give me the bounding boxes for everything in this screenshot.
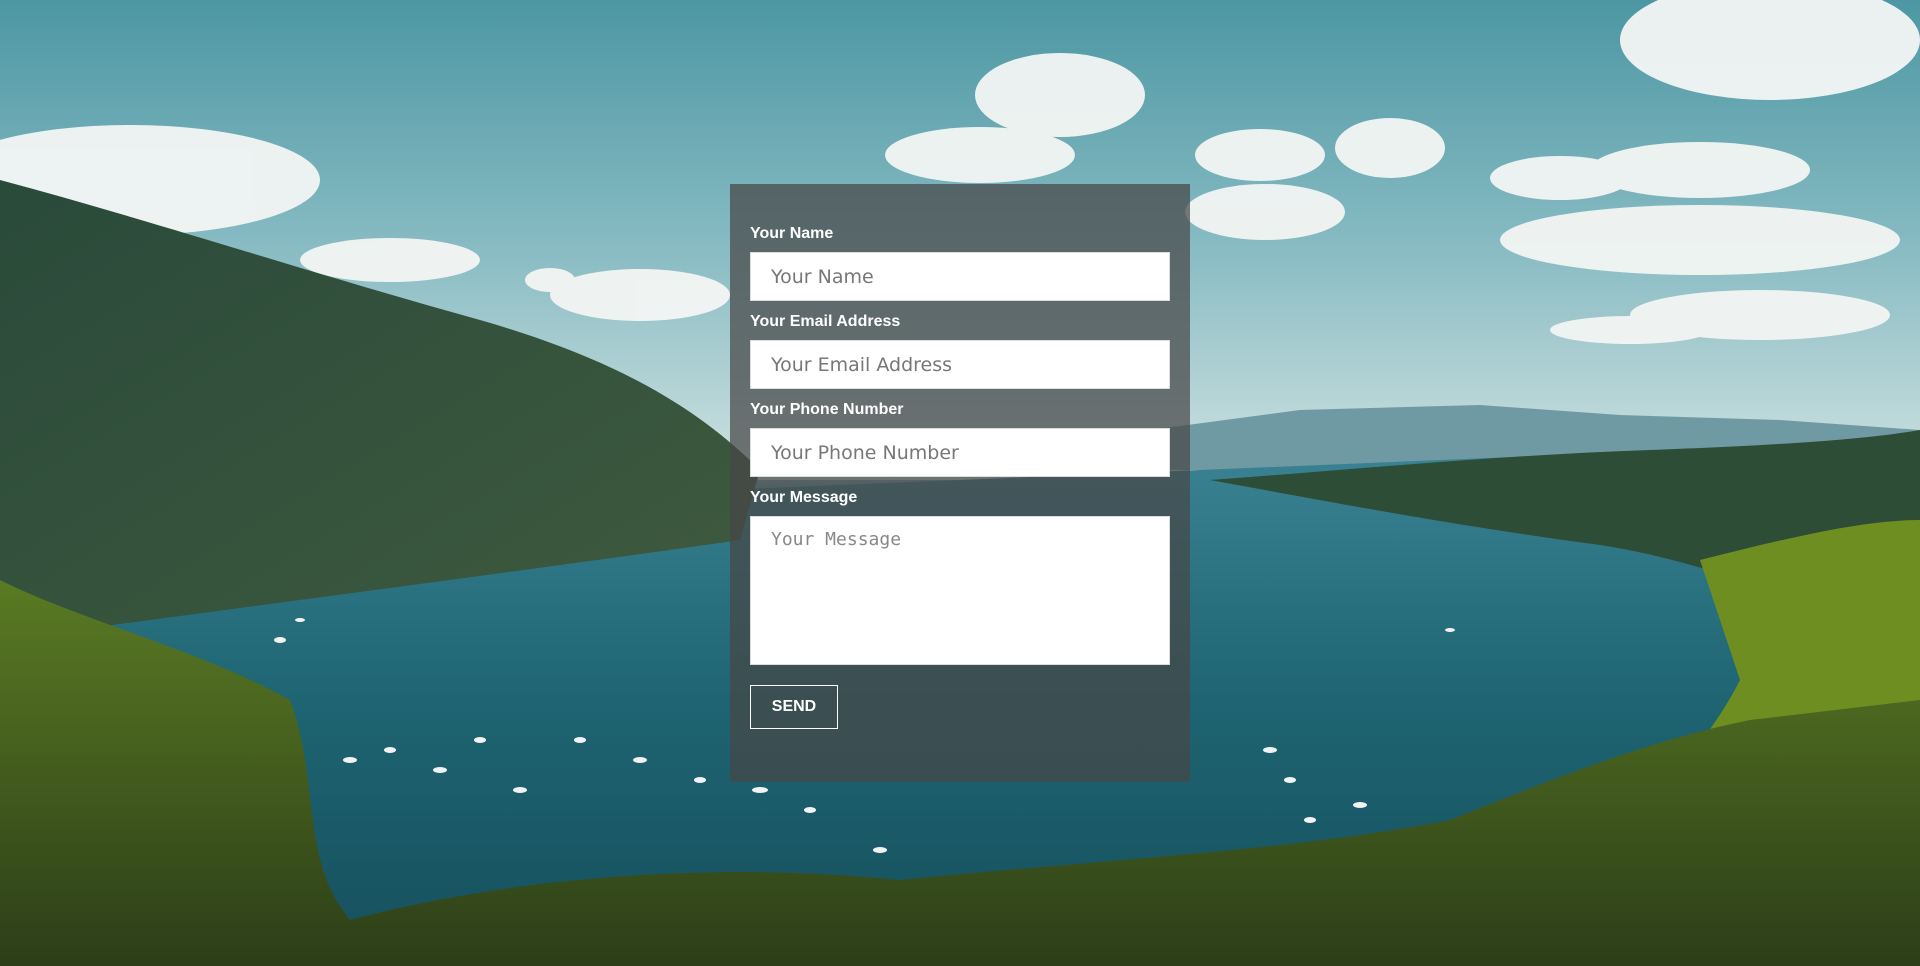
phone-input[interactable] <box>750 428 1170 477</box>
email-label: Your Email Address <box>750 313 901 330</box>
message-textarea[interactable] <box>750 516 1170 665</box>
name-input[interactable] <box>750 252 1170 301</box>
send-button[interactable]: SEND <box>750 685 838 729</box>
email-input[interactable] <box>750 340 1170 389</box>
contact-form: Your Name Your Email Address Your Phone … <box>730 184 1190 782</box>
phone-label: Your Phone Number <box>750 401 904 418</box>
message-label: Your Message <box>750 489 858 506</box>
name-label: Your Name <box>750 225 834 242</box>
page-background: Your Name Your Email Address Your Phone … <box>0 0 1920 966</box>
